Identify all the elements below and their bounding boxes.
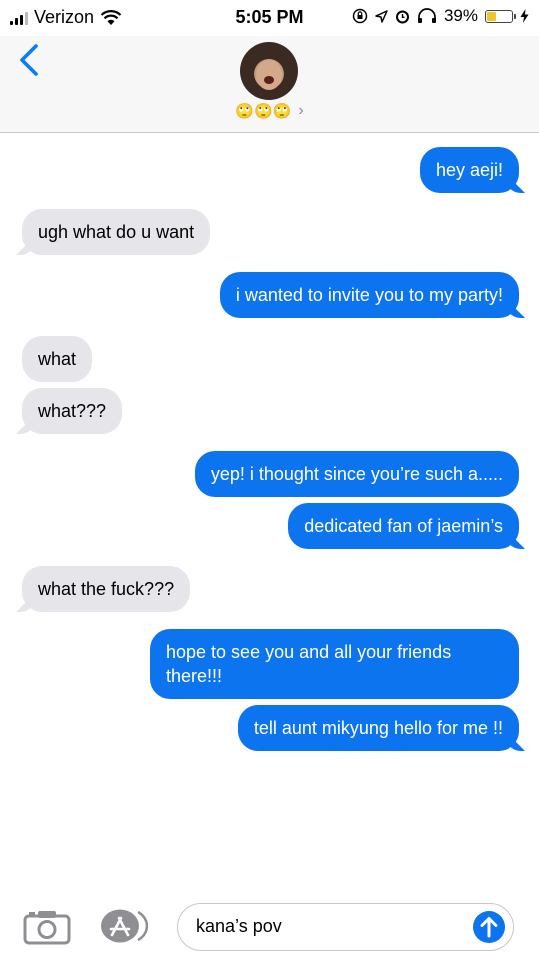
message-bubble-received[interactable]: what??? xyxy=(22,388,123,434)
message-bubble-sent[interactable]: tell aunt mikyung hello for me !! xyxy=(237,705,519,751)
alarm-icon xyxy=(395,10,409,23)
send-button[interactable] xyxy=(473,911,505,943)
message-bubble-received[interactable]: ugh what do u want xyxy=(22,209,211,255)
conversation-header: 🙄🙄🙄 › xyxy=(0,36,539,133)
message-bubble-sent[interactable]: yep! i thought since you’re such a..... xyxy=(194,451,519,497)
avatar-mouth xyxy=(264,76,274,84)
message-bubble-sent[interactable]: hope to see you and all your friends the… xyxy=(150,629,519,699)
contact-name-button[interactable]: 🙄🙄🙄 › xyxy=(0,102,539,120)
message-bubble-received[interactable]: what the fuck??? xyxy=(22,566,191,612)
battery-percent: 39% xyxy=(443,6,478,25)
message-input-text: kana’s pov xyxy=(196,916,282,936)
contact-avatar[interactable] xyxy=(240,42,298,100)
back-chevron-icon[interactable] xyxy=(14,40,44,80)
battery-fill xyxy=(487,11,496,21)
camera-icon[interactable] xyxy=(22,909,72,945)
message-bubble-received[interactable]: what xyxy=(22,336,93,382)
message-composer: kana’s pov xyxy=(0,895,539,960)
chevron-right-icon: › xyxy=(298,102,304,119)
location-icon xyxy=(375,9,388,23)
charging-icon xyxy=(520,9,529,23)
message-bubble-sent[interactable]: hey aeji! xyxy=(419,147,519,193)
message-bubble-sent[interactable]: i wanted to invite you to my party! xyxy=(219,272,519,318)
status-right: 39% xyxy=(352,6,529,26)
avatar-face xyxy=(256,60,282,90)
app-store-icon[interactable] xyxy=(100,909,148,943)
message-input[interactable]: kana’s pov xyxy=(177,903,514,951)
arrow-up-icon xyxy=(480,917,498,938)
contact-name: 🙄🙄🙄 xyxy=(235,103,292,120)
status-bar: Verizon 5:05 PM 39% xyxy=(0,0,539,36)
battery-icon xyxy=(485,9,516,23)
headphones-icon xyxy=(417,8,436,23)
message-bubble-sent[interactable]: dedicated fan of jaemin’s xyxy=(288,503,519,549)
orientation-lock-icon xyxy=(352,8,368,24)
